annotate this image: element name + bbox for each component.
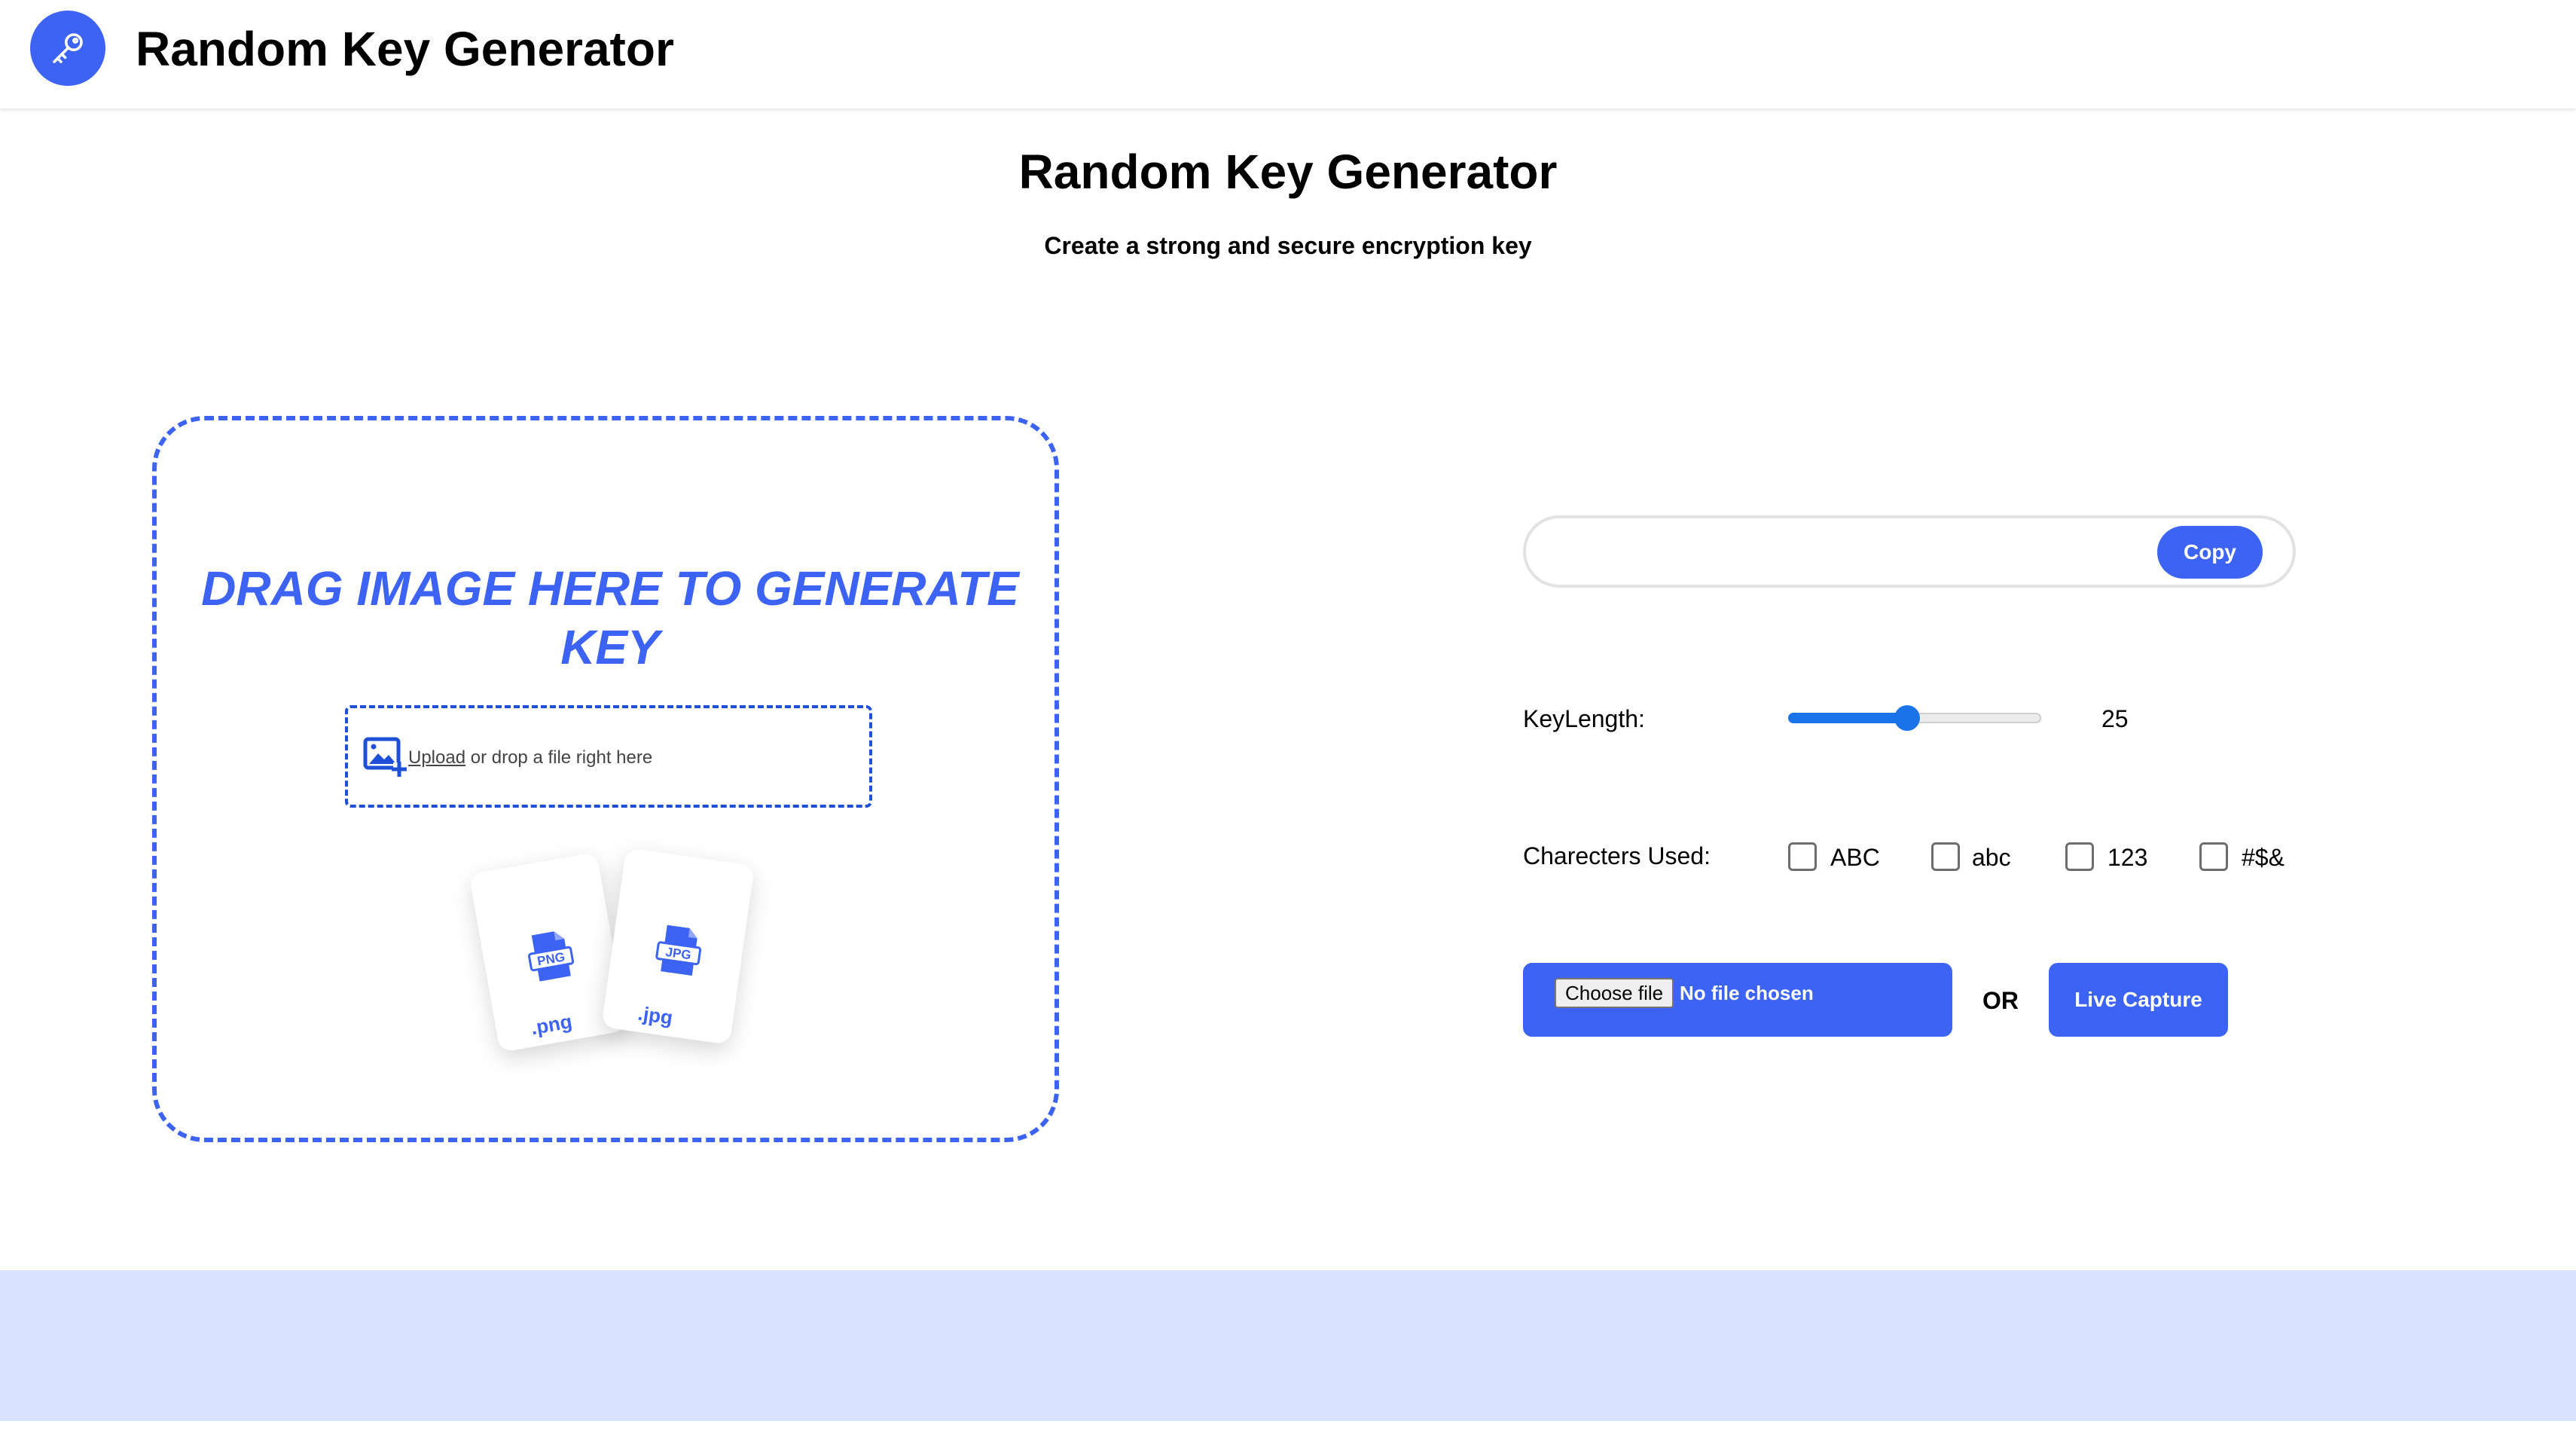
upload-hint: Upload or drop a file right here <box>408 746 652 770</box>
image-drop-zone[interactable]: DRAG IMAGE HERE TO GENERATE KEY Upload o… <box>152 416 1059 1142</box>
key-icon <box>53 33 83 63</box>
jpg-card-label: .jpg <box>636 1001 675 1029</box>
app-title: Random Key Generator <box>136 22 674 76</box>
top-bar: Random Key Generator <box>0 0 2576 108</box>
uppercase-label: ABC <box>1830 844 1880 871</box>
key-length-slider-thumb[interactable] <box>1894 705 1920 731</box>
lowercase-checkbox[interactable] <box>1931 842 1960 871</box>
footer-band <box>0 1270 2576 1421</box>
uppercase-checkbox[interactable] <box>1788 842 1817 871</box>
logo[interactable] <box>30 11 105 86</box>
symbols-checkbox[interactable] <box>2199 842 2228 871</box>
live-capture-button[interactable]: Live Capture <box>2049 963 2228 1037</box>
file-status: No file chosen <box>1680 982 1814 1004</box>
characters-label: Charecters Used: <box>1523 842 1711 869</box>
numbers-label: 123 <box>2107 844 2148 871</box>
file-input[interactable]: Choose file No file chosen <box>1523 963 1952 1037</box>
key-length-label: KeyLength: <box>1523 705 1645 732</box>
page-title: Random Key Generator <box>1018 145 1558 199</box>
upload-hint-text: or drop a file right here <box>465 747 653 768</box>
lowercase-label: abc <box>1972 844 2011 871</box>
jpg-card: JPG .jpg <box>601 848 755 1045</box>
png-card: PNG .png <box>469 851 628 1053</box>
key-length-slider-fill <box>1788 713 1907 723</box>
page-subtitle: Create a strong and secure encryption ke… <box>1044 232 1532 259</box>
copy-button[interactable]: Copy <box>2157 526 2263 579</box>
upload-link[interactable]: Upload <box>408 747 465 768</box>
upload-box[interactable]: Upload or drop a file right here <box>345 705 872 808</box>
png-file-icon: PNG <box>528 931 575 982</box>
numbers-checkbox[interactable] <box>2065 842 2094 871</box>
drop-heading: DRAG IMAGE HERE TO GENERATE KEY <box>201 561 1019 674</box>
choose-file-button[interactable]: Choose file <box>1555 978 1674 1008</box>
symbols-label: #$& <box>2242 844 2285 871</box>
key-length-value: 25 <box>2101 705 2129 732</box>
image-add-icon <box>363 737 407 777</box>
png-card-label: .png <box>529 1010 574 1040</box>
or-separator: OR <box>1982 987 2019 1014</box>
jpg-file-icon: JPG <box>655 924 702 976</box>
